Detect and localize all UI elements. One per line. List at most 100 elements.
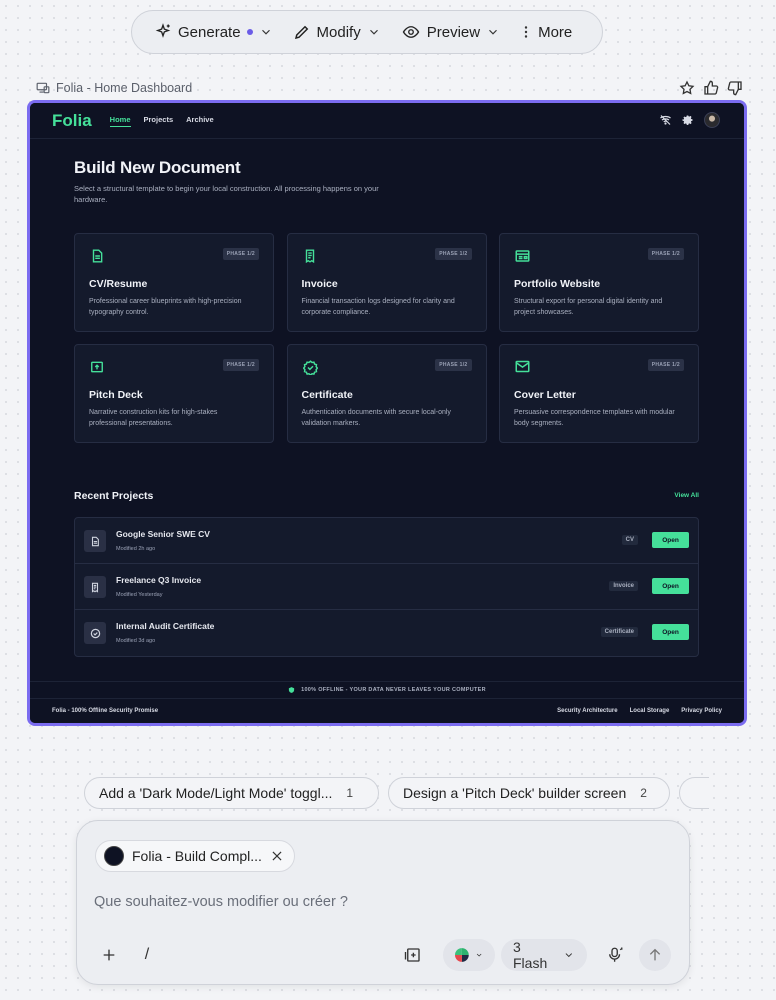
offline-text: 100% OFFLINE - YOUR DATA NEVER LEAVES YO… (301, 687, 486, 693)
thumbs-down-icon[interactable] (726, 79, 744, 97)
project-modified: Modified Yesterday (116, 592, 163, 598)
arrow-up-icon (649, 948, 661, 961)
card-description: Persuasive correspondence templates with… (514, 409, 675, 427)
card-description: Authentication documents with secure loc… (301, 409, 451, 427)
wifi-off-icon[interactable] (659, 114, 672, 126)
project-name: Google Senior SWE CV (116, 529, 210, 539)
chevron-down-icon (261, 29, 270, 35)
status-dot (246, 29, 253, 35)
open-button[interactable]: Open (652, 532, 689, 548)
palette-icon (455, 948, 469, 962)
close-icon[interactable] (270, 849, 284, 863)
devices-icon (36, 82, 50, 94)
chevron-down-icon (565, 953, 573, 958)
document-icon (92, 249, 103, 263)
offline-banner: 100% OFFLINE - YOUR DATA NEVER LEAVES YO… (30, 681, 744, 699)
prompt-box: Folia - Build Compl... Que souhaitez-vou… (76, 820, 690, 985)
view-all-link[interactable]: View All (674, 492, 699, 499)
verified-icon (84, 622, 106, 644)
send-button[interactable] (639, 939, 671, 971)
frame-actions (678, 79, 744, 97)
template-card-cover-letter[interactable]: PHASE 1/2 Cover Letter Persuasive corres… (499, 344, 699, 443)
project-type-tag: Invoice (609, 581, 638, 591)
template-card-portfolio[interactable]: PHASE 1/2 Portfolio Website Structural e… (499, 233, 699, 332)
footer-link-security[interactable]: Security Architecture (557, 708, 617, 714)
gear-icon[interactable] (682, 114, 694, 126)
chevron-down-icon (369, 29, 378, 35)
open-button[interactable]: Open (652, 624, 689, 640)
preview-button[interactable]: Preview (391, 11, 510, 53)
project-type-tag: CV (621, 535, 638, 545)
footer-links: Security Architecture Local Storage Priv… (557, 708, 722, 714)
template-card-invoice[interactable]: PHASE 1/2 Invoice Financial transaction … (286, 233, 487, 332)
template-card-cv[interactable]: PHASE 1/2 CV/Resume Professional career … (74, 233, 274, 332)
slash-command-button[interactable]: / (137, 939, 157, 971)
project-name: Internal Audit Certificate (116, 621, 215, 631)
app-footer: Folia - 100% Offline Security Promise Se… (30, 699, 744, 723)
card-description: Financial transaction logs designed for … (301, 298, 455, 316)
footer-link-storage[interactable]: Local Storage (630, 708, 670, 714)
modify-label: Modify (316, 23, 361, 41)
presentation-icon (91, 361, 103, 373)
modify-button[interactable]: Modify (283, 11, 391, 53)
suggestion-chip-partial[interactable] (679, 777, 709, 809)
add-context-icon[interactable] (399, 939, 427, 971)
project-type-tag: Certificate (600, 627, 638, 637)
add-icon[interactable] (95, 939, 123, 971)
card-title: Invoice (301, 278, 338, 290)
phase-badge: PHASE 1/2 (222, 248, 259, 260)
list-item[interactable]: Internal Audit Certificate Modified 3d a… (75, 610, 698, 656)
card-description: Professional career blueprints with high… (89, 298, 242, 316)
app-logo[interactable]: Folia (52, 111, 92, 131)
phase-badge: PHASE 1/2 (647, 359, 684, 371)
prompt-toolbar: / 3 Flash (77, 939, 689, 971)
pencil-icon (294, 25, 308, 40)
list-item[interactable]: Freelance Q3 Invoice Modified Yesterday … (75, 564, 698, 610)
chevron-down-icon (489, 29, 498, 35)
context-chip-label: Folia - Build Compl... (132, 848, 262, 864)
receipt-icon (84, 576, 106, 598)
footer-brand: Folia - 100% Offline Security Promise (52, 708, 159, 714)
more-vertical-icon (524, 26, 528, 38)
shield-icon (288, 687, 295, 693)
suggestion-text: Add a 'Dark Mode/Light Mode' toggl... (99, 785, 333, 801)
theme-picker[interactable] (443, 939, 495, 971)
avatar[interactable] (704, 112, 720, 128)
context-chip[interactable]: Folia - Build Compl... (95, 840, 295, 872)
thumbs-up-icon[interactable] (702, 79, 720, 97)
preview-frame: Folia Home Projects Archive Build New Do… (27, 100, 747, 726)
template-card-pitch-deck[interactable]: PHASE 1/2 Pitch Deck Narrative construct… (74, 344, 274, 443)
suggestion-text: Design a 'Pitch Deck' builder screen (403, 785, 627, 801)
card-description: Structural export for personal digital i… (514, 298, 663, 316)
open-button[interactable]: Open (652, 578, 689, 594)
nav-projects[interactable]: Projects (144, 115, 174, 126)
card-title: CV/Resume (89, 278, 148, 290)
template-card-certificate[interactable]: PHASE 1/2 Certificate Authentication doc… (286, 344, 487, 443)
model-selector[interactable]: 3 Flash (501, 939, 587, 971)
suggestion-number: 2 (640, 786, 647, 800)
list-item[interactable]: Google Senior SWE CV Modified 2h ago CV … (75, 518, 698, 564)
nav-archive[interactable]: Archive (186, 115, 214, 126)
microphone-icon[interactable] (601, 939, 629, 971)
web-icon (515, 250, 530, 262)
suggestion-chip[interactable]: Design a 'Pitch Deck' builder screen 2 (388, 777, 670, 809)
recent-projects-list: Google Senior SWE CV Modified 2h ago CV … (74, 517, 699, 657)
suggestion-chip[interactable]: Add a 'Dark Mode/Light Mode' toggl... 1 (84, 777, 379, 809)
star-icon[interactable] (678, 79, 696, 97)
phase-badge: PHASE 1/2 (647, 248, 684, 260)
generate-label: Generate (178, 23, 241, 41)
prompt-input[interactable]: Que souhaitez-vous modifier ou créer ? (94, 894, 348, 910)
footer-link-privacy[interactable]: Privacy Policy (681, 708, 722, 714)
more-button[interactable]: More (510, 11, 582, 53)
project-modified: Modified 3d ago (116, 638, 156, 644)
model-label: 3 Flash (513, 939, 548, 971)
generate-button[interactable]: Generate (144, 11, 283, 53)
card-description: Narrative construction kits for high-sta… (89, 409, 218, 427)
page-subtitle: Select a structural template to begin yo… (74, 184, 379, 204)
app-navbar: Folia Home Projects Archive (30, 103, 744, 139)
template-cards: PHASE 1/2 CV/Resume Professional career … (74, 233, 699, 443)
phase-badge: PHASE 1/2 (435, 248, 472, 260)
recent-projects-title: Recent Projects (74, 490, 154, 502)
nav-home[interactable]: Home (109, 115, 131, 127)
card-title: Cover Letter (514, 389, 576, 401)
